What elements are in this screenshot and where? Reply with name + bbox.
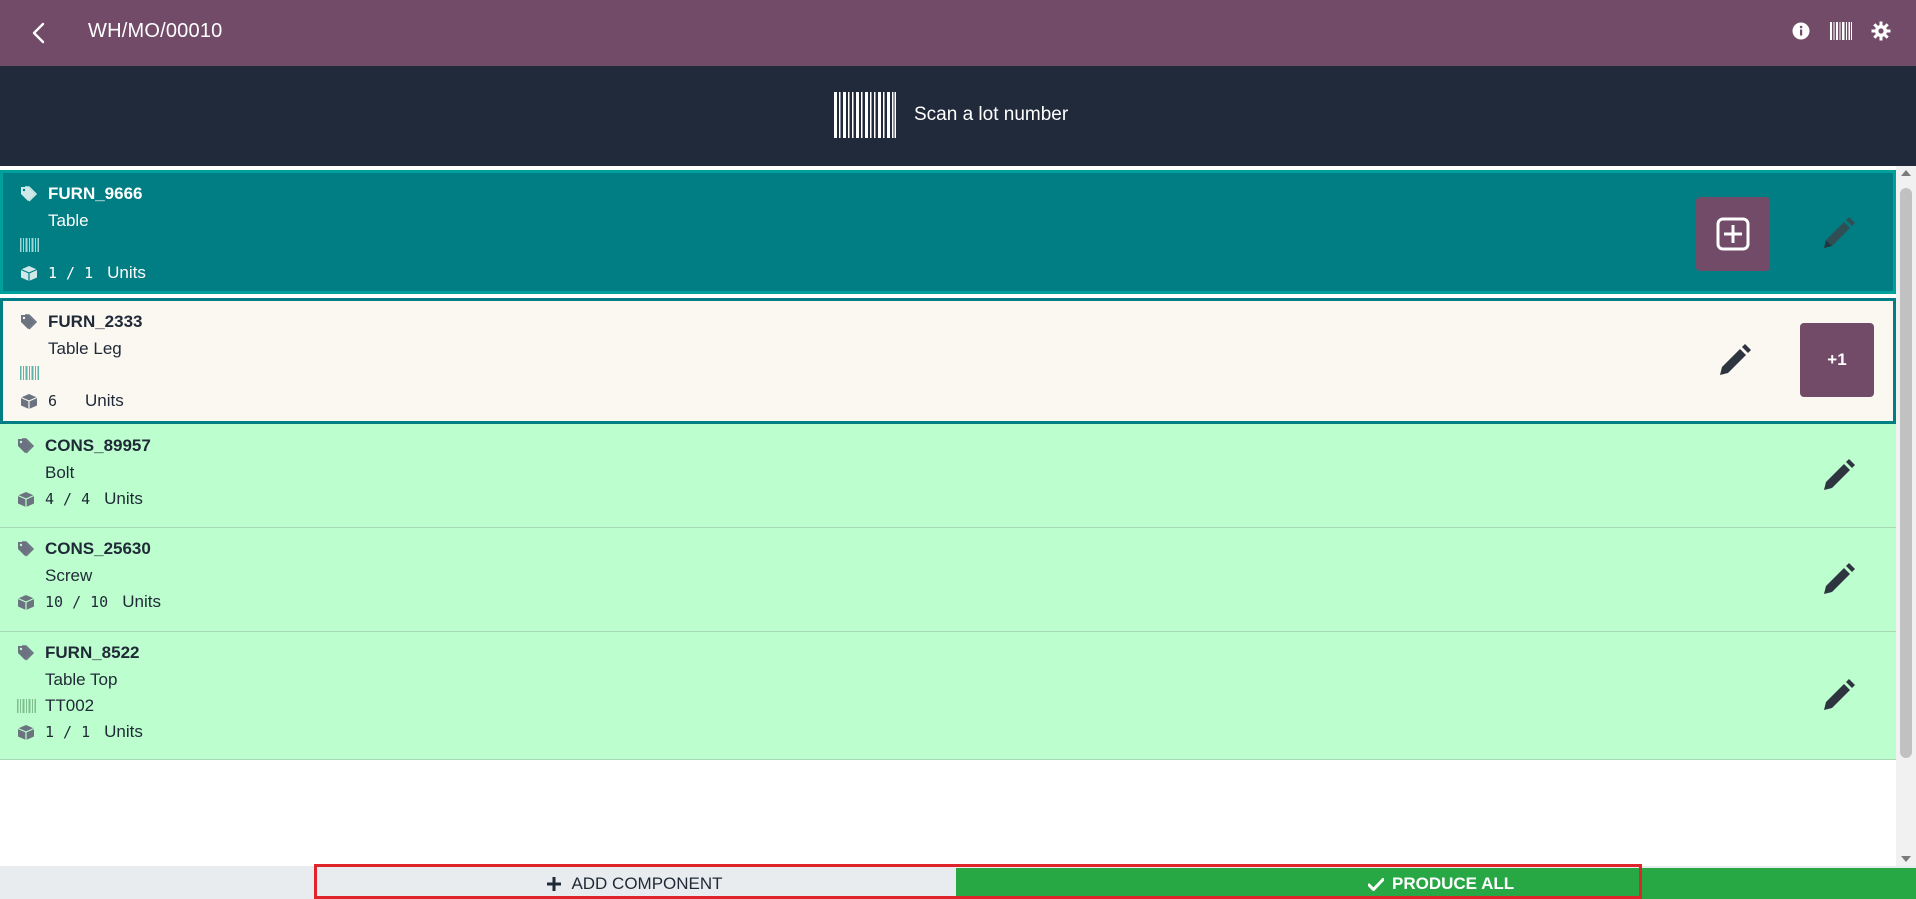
barcode-icon[interactable] [1830, 20, 1852, 42]
scan-instruction: Scan a lot number [914, 104, 1069, 125]
list-item[interactable]: CONS_89957 Bolt 4 / 4 Units [0, 424, 1896, 528]
barcode-icon [20, 366, 39, 380]
product-code: CONS_25630 [45, 539, 151, 558]
chevron-left-icon [32, 22, 45, 44]
scrollbar-thumb[interactable] [1900, 188, 1912, 758]
move-line-list: FURN_9666 Table 1 / 1 Units FURN_2333 Ta… [0, 166, 1896, 866]
unit-label: Units [104, 489, 143, 508]
barcode-icon [20, 238, 39, 252]
lot-number: TT002 [45, 696, 95, 715]
unit-label: Units [85, 391, 124, 410]
barcode-icon [17, 699, 36, 713]
edit-button[interactable] [1812, 208, 1864, 260]
add-component-label: ADD COMPONENT [571, 873, 723, 893]
product-name: Table Top [45, 670, 118, 689]
plus-square-icon [1716, 217, 1750, 251]
quantity: 1 / 1 [48, 264, 94, 282]
increment-button[interactable]: +1 [1800, 323, 1874, 397]
scrollbar[interactable] [1896, 166, 1916, 866]
box-icon [20, 393, 38, 409]
scroll-down-arrow-icon[interactable] [1901, 856, 1911, 862]
pencil-icon [1720, 344, 1751, 375]
pencil-icon [1824, 563, 1855, 594]
back-button[interactable] [22, 17, 54, 49]
unit-label: Units [107, 263, 146, 282]
produce-all-label: PRODUCE ALL [1392, 874, 1515, 893]
product-name: Bolt [45, 463, 75, 482]
unit-label: Units [122, 592, 161, 611]
product-name: Table [48, 211, 89, 230]
tag-icon [18, 438, 35, 454]
top-navbar: WH/MO/00010 [0, 0, 1916, 66]
unit-label: Units [104, 722, 143, 741]
product-code: FURN_2333 [48, 312, 143, 331]
quantity: 4 / 4 [45, 490, 91, 508]
pencil-icon [1824, 217, 1855, 248]
plus-icon [547, 876, 562, 891]
box-icon [20, 265, 38, 281]
product-name: Screw [45, 566, 93, 585]
tag-icon [21, 186, 38, 202]
box-icon [17, 594, 35, 610]
quantity: 10 / 10 [45, 593, 109, 611]
list-item[interactable]: FURN_2333 Table Leg 6 Units +1 [0, 298, 1896, 424]
quantity: 6 [48, 392, 58, 410]
page-title: WH/MO/00010 [88, 20, 223, 42]
edit-button[interactable] [1708, 335, 1760, 387]
tag-icon [21, 314, 38, 330]
check-icon [1368, 877, 1384, 891]
tag-icon [18, 645, 35, 661]
list-item[interactable]: FURN_9666 Table 1 / 1 Units [0, 170, 1896, 294]
product-name: Table Leg [48, 339, 122, 358]
produce-all-button[interactable]: PRODUCE ALL [956, 868, 1916, 899]
add-component-button[interactable]: ADD COMPONENT [314, 868, 956, 899]
scan-banner: Scan a lot number [0, 66, 1916, 166]
edit-button[interactable] [1812, 670, 1864, 722]
product-code: FURN_9666 [48, 184, 143, 203]
gear-icon[interactable] [1870, 20, 1892, 42]
edit-button[interactable] [1812, 450, 1864, 502]
pencil-icon [1824, 679, 1855, 710]
barcode-icon [834, 92, 896, 138]
add-quantity-button[interactable] [1696, 197, 1770, 271]
box-icon [17, 491, 35, 507]
pencil-icon [1824, 459, 1855, 490]
increment-label: +1 [1827, 350, 1847, 369]
tag-icon [18, 541, 35, 557]
list-item[interactable]: CONS_25630 Screw 10 / 10 Units [0, 528, 1896, 632]
product-code: FURN_8522 [45, 643, 140, 662]
product-code: CONS_89957 [45, 436, 151, 455]
edit-button[interactable] [1812, 554, 1864, 606]
info-icon[interactable] [1790, 20, 1812, 42]
quantity: 1 / 1 [45, 723, 91, 741]
list-item[interactable]: FURN_8522 Table Top TT002 1 / 1 Units [0, 632, 1896, 760]
scroll-up-arrow-icon[interactable] [1901, 170, 1911, 176]
box-icon [17, 724, 35, 740]
